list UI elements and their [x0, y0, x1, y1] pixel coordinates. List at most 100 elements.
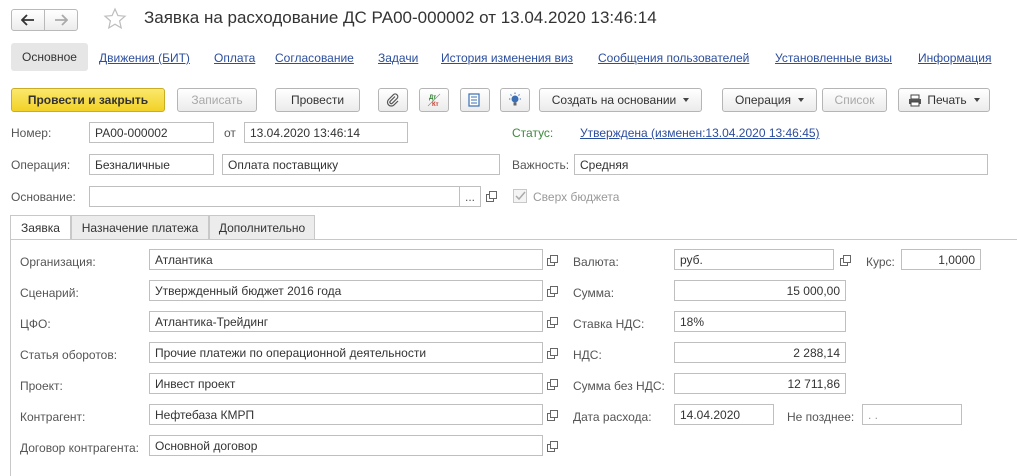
importance-field[interactable]: Средняя — [574, 154, 988, 175]
not-later-field[interactable]: . . — [862, 404, 962, 425]
chevron-down-icon — [973, 98, 980, 102]
create-based-on-label: Создать на основании — [551, 93, 677, 107]
svg-text:Кт: Кт — [432, 102, 439, 108]
dt-kt-icon: ДтКт — [427, 93, 441, 108]
contract-field[interactable]: Основной договор — [149, 435, 543, 456]
organization-field[interactable]: Атлантика — [149, 249, 543, 270]
vat-label: НДС: — [573, 348, 602, 362]
number-field[interactable]: РА00-000002 — [89, 122, 214, 143]
currency-open-button[interactable] — [838, 253, 852, 267]
chevron-down-icon — [683, 98, 690, 102]
vat-field[interactable]: 2 288,14 — [674, 342, 846, 363]
paperclip-icon — [386, 93, 399, 107]
counterparty-label: Контрагент: — [20, 410, 86, 424]
list-button[interactable]: Список — [822, 88, 887, 112]
organization-label: Организация: — [20, 255, 96, 269]
tab-installed-visas[interactable]: Установленные визы — [775, 51, 892, 65]
turnover-label: Статья оборотов: — [20, 348, 118, 362]
from-label: от — [224, 126, 236, 140]
tab-tasks[interactable]: Задачи — [378, 51, 418, 65]
operation-type-field[interactable]: Безналичные — [89, 154, 214, 175]
tab-main[interactable]: Основное — [11, 43, 88, 71]
star-icon — [103, 7, 127, 30]
project-open-button[interactable] — [545, 377, 559, 391]
scenario-field[interactable]: Утвержденный бюджет 2016 года — [149, 280, 543, 301]
tab-payment[interactable]: Оплата — [214, 51, 255, 65]
lightbulb-icon — [509, 92, 521, 106]
tab-payment-purpose[interactable]: Назначение платежа — [71, 215, 209, 239]
open-form-icon — [485, 190, 497, 202]
forward-button[interactable] — [44, 9, 78, 31]
tab-additional[interactable]: Дополнительно — [209, 215, 315, 239]
create-based-on-button[interactable]: Создать на основании — [539, 88, 702, 112]
importance-label: Важность: — [512, 158, 570, 172]
favorite-star-button[interactable] — [103, 7, 127, 34]
attach-button[interactable] — [378, 88, 408, 112]
expense-date-field[interactable]: 14.04.2020 — [674, 404, 774, 425]
open-form-icon — [546, 378, 558, 390]
contract-open-button[interactable] — [545, 439, 559, 453]
dt-kt-button[interactable]: Дт Кт — [419, 88, 449, 112]
tab-visa-history[interactable]: История изменения виз — [441, 51, 573, 65]
basis-field[interactable] — [89, 186, 460, 207]
open-form-icon — [546, 285, 558, 297]
operation-field-label: Операция: — [11, 158, 71, 172]
operation-button[interactable]: Операция — [722, 88, 817, 112]
write-button[interactable]: Записать — [177, 88, 257, 112]
tab-approval[interactable]: Согласование — [275, 51, 354, 65]
scenario-open-button[interactable] — [545, 284, 559, 298]
print-label: Печать — [927, 93, 967, 107]
tab-information[interactable]: Информация — [918, 51, 991, 65]
status-link[interactable]: Утверждена (изменен:13.04.2020 13:46:45) — [580, 126, 820, 140]
vat-rate-label: Ставка НДС: — [573, 317, 645, 331]
page-title: Заявка на расходование ДС РА00-000002 от… — [144, 8, 657, 27]
currency-field[interactable]: руб. — [674, 249, 834, 270]
structure-button[interactable] — [460, 88, 490, 112]
expense-date-label: Дата расхода: — [573, 410, 652, 424]
date-field[interactable]: 13.04.2020 13:46:14 — [244, 122, 408, 143]
basis-label: Основание: — [11, 190, 76, 204]
project-field[interactable]: Инвест проект — [149, 373, 543, 394]
print-button[interactable]: Печать — [898, 88, 990, 112]
cfo-open-button[interactable] — [545, 315, 559, 329]
chevron-down-icon — [797, 98, 804, 102]
turnover-field[interactable]: Прочие платежи по операционной деятельно… — [149, 342, 543, 363]
open-form-icon — [546, 409, 558, 421]
project-label: Проект: — [20, 379, 63, 393]
open-form-icon — [546, 440, 558, 452]
checkmark-icon — [514, 191, 526, 201]
hint-button[interactable] — [500, 88, 530, 112]
not-later-label: Не позднее: — [787, 410, 855, 424]
tab-movements[interactable]: Движения (БИТ) — [99, 51, 190, 65]
rate-field[interactable]: 1,0000 — [901, 249, 981, 270]
vat-rate-field[interactable]: 18% — [674, 311, 846, 332]
amount-no-vat-field[interactable]: 12 711,86 — [674, 373, 846, 394]
arrow-left-icon — [21, 14, 34, 26]
post-button[interactable]: Провести — [275, 88, 360, 112]
cfo-field[interactable]: Атлантика-Трейдинг — [149, 311, 543, 332]
rate-label: Курс: — [866, 255, 895, 269]
back-button[interactable] — [11, 9, 45, 31]
amount-no-vat-label: Сумма без НДС: — [573, 379, 665, 393]
organization-open-button[interactable] — [545, 253, 559, 267]
over-budget-checkbox[interactable] — [513, 189, 527, 203]
operation-field[interactable]: Оплата поставщику — [222, 154, 500, 175]
basis-open-button[interactable] — [484, 189, 498, 203]
tab-user-messages[interactable]: Сообщения пользователей — [598, 51, 749, 65]
svg-text:Дт: Дт — [429, 95, 436, 101]
printer-icon — [909, 94, 922, 106]
currency-label: Валюта: — [573, 255, 619, 269]
basis-select-button[interactable]: ... — [459, 186, 481, 207]
over-budget-label: Сверх бюджета — [533, 190, 620, 204]
post-and-close-button[interactable]: Провести и закрыть — [11, 88, 165, 112]
tab-request[interactable]: Заявка — [10, 215, 71, 240]
turnover-open-button[interactable] — [545, 346, 559, 360]
counterparty-field[interactable]: Нефтебаза КМРП — [149, 404, 543, 425]
amount-field[interactable]: 15 000,00 — [674, 280, 846, 301]
counterparty-open-button[interactable] — [545, 408, 559, 422]
arrow-right-icon — [55, 14, 68, 26]
open-form-icon — [546, 254, 558, 266]
open-form-icon — [839, 254, 851, 266]
status-label: Статус: — [512, 126, 554, 140]
operation-label: Операция — [735, 93, 791, 107]
